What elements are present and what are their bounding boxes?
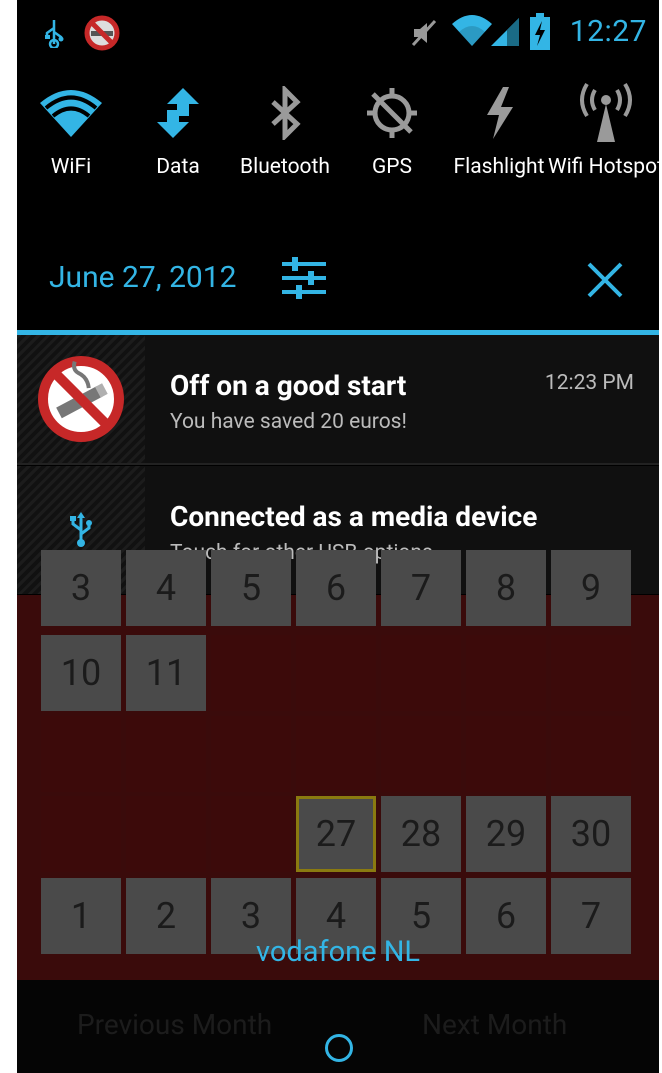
- notification-subtitle: You have saved 20 euros!: [170, 410, 407, 434]
- calendar-marked-day: [551, 635, 631, 711]
- notification-time: 12:23 PM: [544, 371, 634, 395]
- toggle-wifi[interactable]: WiFi: [17, 66, 126, 216]
- calendar-marked-day: [211, 635, 291, 711]
- calendar-day: 6: [296, 550, 376, 626]
- next-month-button[interactable]: Next Month: [422, 1008, 567, 1041]
- calendar-day: 10: [41, 635, 121, 711]
- toggle-flashlight-label: Flashlight: [453, 155, 545, 179]
- notification-title: Off on a good start: [170, 369, 407, 402]
- toggle-gps[interactable]: GPS: [337, 66, 447, 216]
- calendar-day: 30: [551, 796, 631, 872]
- flashlight-icon: [444, 78, 554, 148]
- mute-icon: [409, 18, 439, 52]
- toggle-flashlight[interactable]: Flashlight: [444, 66, 554, 216]
- no-smoking-app-icon: [83, 14, 121, 56]
- drag-handle-icon[interactable]: [325, 1034, 353, 1062]
- quick-settings-panel: WiFi Data Bluetooth GPS Flashlight Wifi …: [17, 66, 659, 216]
- settings-shortcut-button[interactable]: [280, 256, 328, 300]
- calendar-marked-day: [126, 716, 206, 792]
- toggle-data[interactable]: Data: [123, 66, 233, 216]
- data-icon: [123, 78, 233, 148]
- no-smoking-icon: [37, 355, 125, 447]
- usb-icon: [43, 18, 65, 52]
- cell-signal-icon: [489, 16, 521, 52]
- calendar-marked-day: [126, 796, 206, 872]
- calendar-marked-day: [381, 716, 461, 792]
- calendar-marked-day: [211, 796, 291, 872]
- notification-icon-cell: [17, 335, 145, 463]
- bluetooth-icon: [230, 78, 340, 148]
- calendar-marked-day: [211, 716, 291, 792]
- wifi-icon: [17, 78, 126, 148]
- carrier-label: vodafone NL: [255, 935, 421, 969]
- calendar-day: 9: [551, 550, 631, 626]
- toggle-bluetooth[interactable]: Bluetooth: [230, 66, 340, 216]
- calendar-day: 28: [381, 796, 461, 872]
- calendar-marked-day: [466, 635, 546, 711]
- notification-separator: [17, 463, 659, 465]
- sliders-icon: [280, 257, 328, 304]
- close-icon: [585, 262, 625, 304]
- calendar-marked-day: [551, 716, 631, 792]
- toggle-bluetooth-label: Bluetooth: [240, 155, 330, 179]
- status-clock: 12:27: [569, 14, 647, 49]
- toggle-data-label: Data: [156, 155, 200, 179]
- calendar-marked-day: [41, 796, 121, 872]
- calendar-day: 8: [466, 550, 546, 626]
- calendar-day: 5: [211, 550, 291, 626]
- toggle-wifi-label: WiFi: [50, 155, 92, 179]
- notification-item-smoking[interactable]: Off on a good start You have saved 20 eu…: [17, 335, 659, 463]
- calendar-marked-day: [41, 716, 121, 792]
- calendar-marked-day: [381, 635, 461, 711]
- date-label: June 27, 2012: [49, 260, 237, 295]
- calendar-marked-day: [466, 716, 546, 792]
- calendar-day: 4: [126, 550, 206, 626]
- calendar-day: 7: [381, 550, 461, 626]
- calendar-marked-day: [296, 635, 376, 711]
- calendar-day: 11: [126, 635, 206, 711]
- calendar-marked-day: [296, 716, 376, 792]
- calendar-day: 27: [296, 796, 376, 872]
- status-bar: 12:27: [17, 0, 659, 66]
- battery-charging-icon: [529, 13, 551, 55]
- calendar-day: 3: [41, 550, 121, 626]
- calendar-nav-bar: Previous Month Next Month: [17, 980, 659, 1073]
- hotspot-icon: [551, 78, 659, 148]
- gps-icon: [337, 78, 447, 148]
- calendar-day: 29: [466, 796, 546, 872]
- usb-icon: [69, 512, 93, 552]
- clear-all-button[interactable]: [585, 260, 625, 300]
- notification-header: June 27, 2012: [17, 216, 659, 330]
- toggle-wifi-hotspot-label: Wifi Hotspot: [548, 155, 659, 179]
- toggle-wifi-hotspot[interactable]: Wifi Hotspot: [548, 66, 659, 216]
- toggle-gps-label: GPS: [371, 155, 413, 179]
- phone-screen: 12:27 WiFi Data Bluetooth GPS Flashlight…: [17, 0, 659, 1073]
- previous-month-button[interactable]: Previous Month: [77, 1008, 272, 1041]
- wifi-signal-icon: [451, 14, 493, 52]
- notification-title: Connected as a media device: [170, 500, 538, 533]
